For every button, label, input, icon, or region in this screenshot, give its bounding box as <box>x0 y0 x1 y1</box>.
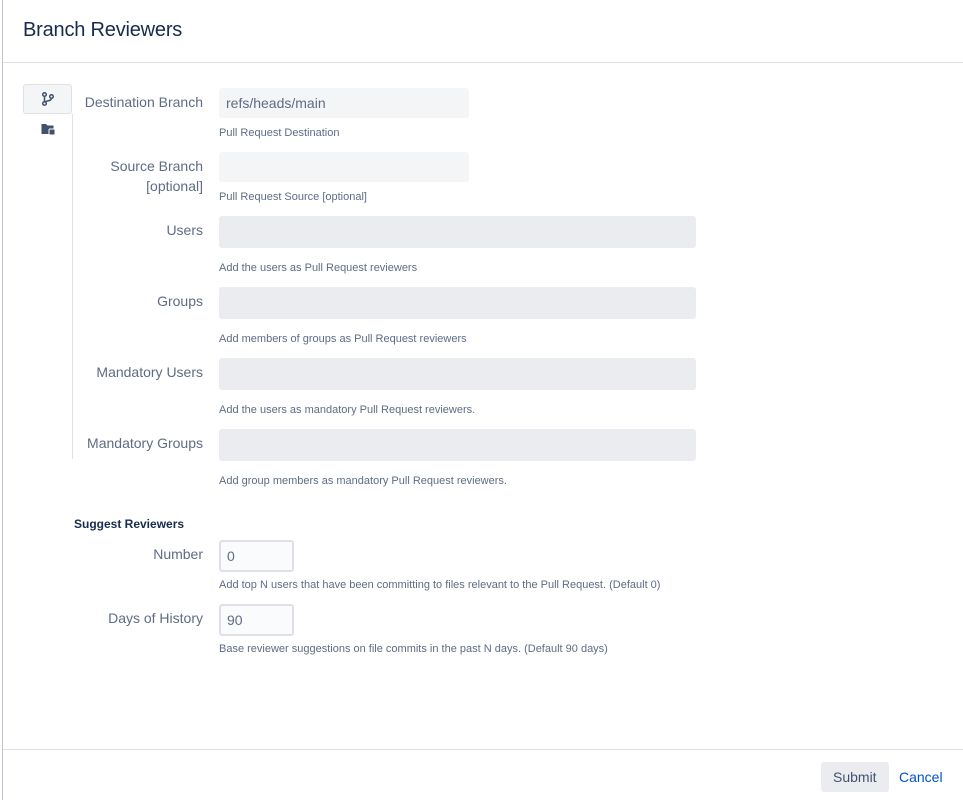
dialog-title: Branch Reviewers <box>23 19 183 41</box>
branch-reviewers-dialog: Branch Reviewers Destination Branch Pull… <box>2 0 963 800</box>
source-branch-help: Pull Request Source [optional] <box>219 191 367 203</box>
groups-input[interactable] <box>219 287 696 319</box>
days-of-history-label: Days of History <box>108 610 203 626</box>
destination-branch-label: Destination Branch <box>84 94 203 110</box>
source-branch-label-line2: [optional] <box>146 178 203 194</box>
users-help: Add the users as Pull Request reviewers <box>219 262 418 274</box>
users-input[interactable] <box>219 216 696 248</box>
days-of-history-help: Base reviewer suggestions on file commit… <box>219 643 608 655</box>
destination-branch-input[interactable] <box>219 88 469 118</box>
folder-icon <box>41 124 55 136</box>
dialog-sidebar <box>23 84 73 144</box>
groups-label: Groups <box>157 293 203 309</box>
number-help: Add top N users that have been committin… <box>219 579 661 591</box>
git-branch-icon <box>41 91 54 107</box>
number-input[interactable] <box>219 540 294 572</box>
number-label: Number <box>153 546 203 562</box>
destination-branch-help: Pull Request Destination <box>219 127 340 139</box>
mandatory-groups-input[interactable] <box>219 429 696 461</box>
cancel-button[interactable]: Cancel <box>899 762 943 792</box>
mandatory-groups-help: Add group members as mandatory Pull Requ… <box>219 475 507 487</box>
mandatory-users-help: Add the users as mandatory Pull Request … <box>219 404 476 416</box>
source-branch-label-line1: Source Branch <box>110 158 203 174</box>
dialog-footer: Submit Cancel <box>3 749 963 801</box>
sidebar-tab-branch[interactable] <box>23 84 72 114</box>
sidebar-tab-folder[interactable] <box>23 114 72 144</box>
users-label: Users <box>166 222 203 238</box>
dialog-header: Branch Reviewers <box>3 0 963 63</box>
groups-help: Add members of groups as Pull Request re… <box>219 333 467 345</box>
mandatory-groups-label: Mandatory Groups <box>87 435 203 451</box>
sidebar-divider <box>72 114 73 459</box>
mandatory-users-label: Mandatory Users <box>96 364 203 380</box>
suggest-reviewers-heading: Suggest Reviewers <box>74 517 185 531</box>
submit-button[interactable]: Submit <box>821 762 889 792</box>
mandatory-users-input[interactable] <box>219 358 696 390</box>
days-of-history-input[interactable] <box>219 604 294 636</box>
source-branch-label: Source Branch [optional] <box>110 156 203 196</box>
source-branch-input[interactable] <box>219 152 469 182</box>
